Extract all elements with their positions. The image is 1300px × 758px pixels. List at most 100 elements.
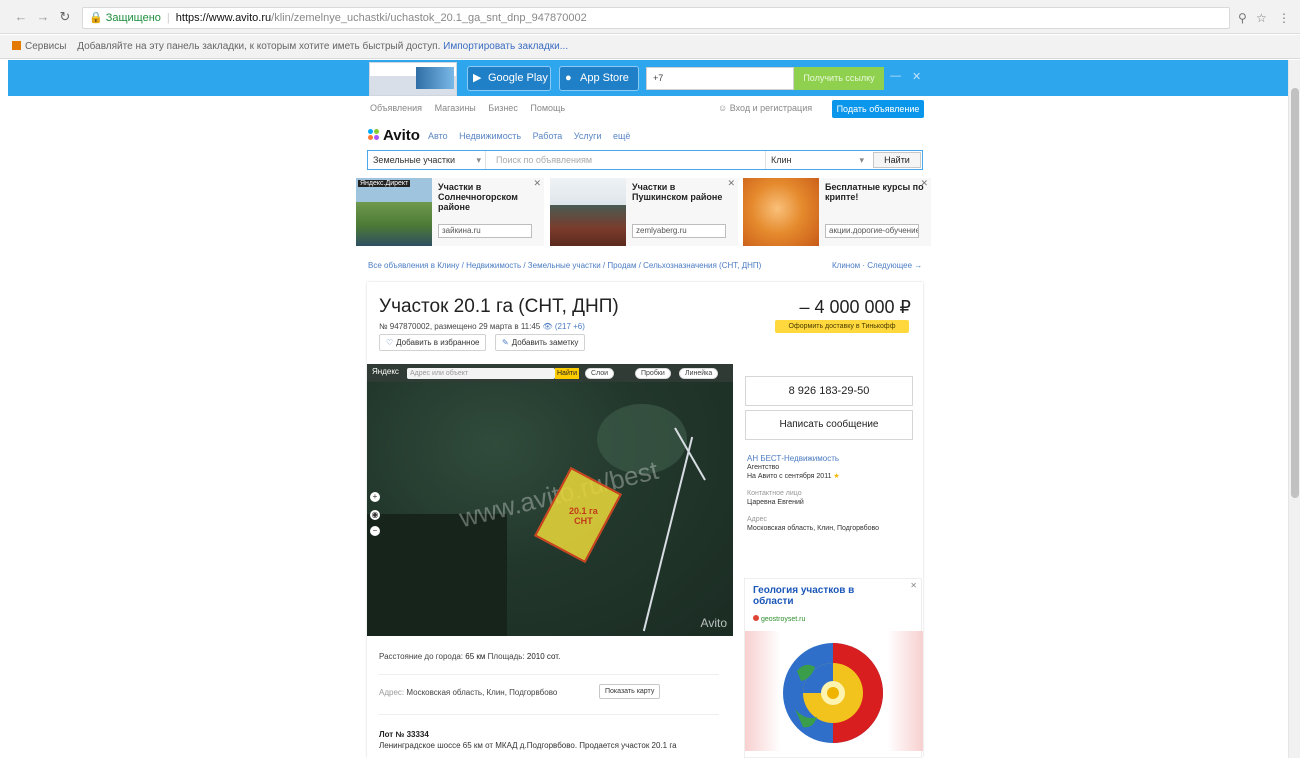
get-link-button[interactable]: Получить ссылку	[794, 67, 884, 90]
pay-delivery-button[interactable]: Оформить доставку в Тинькофф	[775, 320, 909, 333]
map-brand: Avito	[700, 616, 727, 630]
category-link[interactable]: Недвижимость	[459, 131, 521, 141]
menu-icon[interactable]: ⋮	[1278, 11, 1290, 25]
url-host: https://www.avito.ru	[175, 12, 272, 24]
bookmarks-import-link[interactable]: Импортировать закладки...	[443, 41, 568, 52]
app-preview-image	[369, 62, 457, 96]
side-ad-domain[interactable]: geostroyset.ru	[753, 615, 805, 623]
seller-since: На Авито с сентября 2011 ★	[747, 473, 840, 480]
breadcrumb[interactable]: Все объявления в Клину / Недвижимость / …	[368, 261, 761, 270]
side-ad[interactable]: Геология участков в области geostroyset.…	[744, 578, 923, 758]
views-count: 👁 (217 +6)	[542, 322, 585, 331]
search-input[interactable]: Поиск по объявлениям	[486, 151, 764, 169]
ad-link-button[interactable]: zemlyaberg.ru	[632, 224, 726, 238]
nav-link[interactable]: Помощь	[530, 103, 565, 113]
map-find-button[interactable]: Найти	[555, 368, 579, 379]
bookmarks-bar: Сервисы Добавляйте на эту панель закладк…	[0, 35, 1300, 59]
bookmarks-services[interactable]: Сервисы	[25, 41, 66, 52]
ad-image	[550, 178, 626, 246]
show-map-button[interactable]: Показать карту	[599, 684, 661, 699]
url-path: /klin/zemelnye_uchastki/uchastok_20.1_ga…	[271, 12, 587, 24]
chevron-down-icon: ▾	[476, 155, 481, 165]
zoom-in-icon[interactable]: +	[370, 492, 380, 502]
description-text: Ленинградское шоссе 65 км от МКАД д.Подг…	[379, 741, 677, 750]
chevron-down-icon: ▾	[859, 155, 864, 165]
listing-address: Адрес: Московская область, Клин, Подгорв…	[379, 688, 558, 697]
nav-link[interactable]: Бизнес	[488, 103, 518, 113]
ad-title[interactable]: Участки в Пушкинском районе	[632, 182, 732, 202]
avito-logo[interactable]: Avito	[368, 127, 420, 144]
map-ruler-button[interactable]: Линейка	[679, 368, 719, 379]
locate-icon[interactable]: ◉	[370, 510, 380, 520]
ad-block[interactable]: Яндекс.Директ Участки в Солнечногорском …	[356, 178, 544, 246]
minimize-icon[interactable]: —	[890, 70, 901, 82]
ad-block[interactable]: Участки в Пушкинском районе zemlyaberg.r…	[550, 178, 738, 246]
category-link[interactable]: Авто	[428, 131, 448, 141]
divider	[379, 674, 719, 675]
ad-title[interactable]: Участки в Солнечногорском районе	[438, 182, 538, 212]
map-toolbar: Яндекс Адрес или объект Найти Слои Пробк…	[367, 364, 733, 382]
close-icon[interactable]: ✕	[533, 178, 541, 189]
top-nav: Объявления Магазины Бизнес Помощь ☺ Вход…	[370, 100, 926, 118]
ad-link-button[interactable]: зайкина.ru	[438, 224, 532, 238]
zoom-out-icon[interactable]: −	[370, 526, 380, 536]
user-icon: ☺	[718, 103, 728, 113]
category-link[interactable]: ещё	[613, 131, 630, 141]
page-scrollbar[interactable]	[1288, 60, 1300, 758]
close-icon[interactable]: ✕	[912, 70, 921, 83]
map-traffic-button[interactable]: Пробки	[635, 368, 671, 379]
write-message-button[interactable]: Написать сообщение	[745, 410, 913, 440]
search-button[interactable]: Найти	[873, 152, 921, 168]
category-link[interactable]: Работа	[533, 131, 563, 141]
star-icon[interactable]: ☆	[1256, 11, 1267, 25]
add-note-button[interactable]: ✎ Добавить заметку	[495, 334, 586, 351]
city-select[interactable]: Клин ▾	[765, 151, 868, 169]
address-label: Адрес	[747, 516, 768, 523]
next-listing-link[interactable]: Клином · Следующее →	[832, 261, 922, 270]
post-ad-button[interactable]: Подать объявление	[832, 100, 924, 118]
contact-person-label: Контактное лицо	[747, 490, 802, 497]
description-title: Лот № 33334	[379, 730, 429, 739]
listing-price: – 4 000 000 ₽	[799, 297, 911, 317]
category-select[interactable]: Земельные участки ▾	[368, 151, 486, 169]
back-icon[interactable]: ←	[14, 10, 28, 24]
category-nav: Авто Недвижимость Работа Услуги ещё	[428, 131, 639, 141]
bookmarks-hint: Добавляйте на эту панель закладки, к кот…	[77, 41, 441, 52]
apple-icon: ●	[565, 72, 572, 84]
close-icon[interactable]: ✕	[910, 581, 917, 590]
close-icon[interactable]: ✕	[920, 178, 928, 189]
category-link[interactable]: Услуги	[574, 131, 602, 141]
forward-icon[interactable]: →	[36, 10, 50, 24]
nav-link[interactable]: Объявления	[370, 103, 422, 113]
map-search-input[interactable]: Адрес или объект	[407, 368, 555, 379]
ad-block[interactable]: Бесплатные курсы по крипте! акции.дороги…	[743, 178, 931, 246]
ad-image	[743, 178, 819, 246]
map-view[interactable]: www.avito.ru/best 20.1 гаСНТ Avito Яндек…	[367, 364, 733, 636]
seller-name-link[interactable]: АН БЕСТ-Недвижимость	[747, 454, 913, 463]
listing-meta: № 947870002, размещено 29 марта в 11:45 …	[379, 322, 585, 331]
phone-button[interactable]: 8 926 183-29-50	[745, 376, 913, 406]
play-icon: ▶	[473, 72, 482, 84]
side-ad-title[interactable]: Геология участков в области	[753, 585, 883, 607]
map-layers-button[interactable]: Слои	[585, 368, 615, 379]
apps-icon[interactable]	[12, 41, 21, 50]
search-bar: Земельные участки ▾ Поиск по объявлениям …	[367, 150, 923, 170]
close-icon[interactable]: ✕	[727, 178, 735, 189]
ad-image	[356, 178, 432, 246]
ad-title[interactable]: Бесплатные курсы по крипте!	[825, 182, 925, 202]
zoom-icon[interactable]: ⚲	[1238, 11, 1247, 25]
add-favorite-button[interactable]: ♡ Добавить в избранное	[379, 334, 487, 351]
favicon-icon	[753, 615, 759, 621]
login-link[interactable]: ☺ Вход и регистрация	[718, 103, 812, 113]
listing-card: Участок 20.1 га (СНТ, ДНП) – 4 000 000 ₽…	[367, 282, 923, 758]
app-store-button[interactable]: ● App Store	[559, 66, 639, 91]
address-bar[interactable]: 🔒 Защищено | https://www.avito.ru/klin/zeme…	[82, 7, 1230, 29]
secure-label: Защищено	[105, 12, 161, 24]
ad-link-button[interactable]: акции.дорогие-обучение.ru	[825, 224, 919, 238]
reload-icon[interactable]: ↻	[58, 10, 72, 24]
phone-input[interactable]: +7	[646, 67, 794, 90]
earth-layers-icon	[783, 643, 883, 743]
nav-link[interactable]: Магазины	[435, 103, 476, 113]
google-play-button[interactable]: ▶ Google Play	[467, 66, 551, 91]
scrollbar-thumb[interactable]	[1291, 88, 1299, 498]
